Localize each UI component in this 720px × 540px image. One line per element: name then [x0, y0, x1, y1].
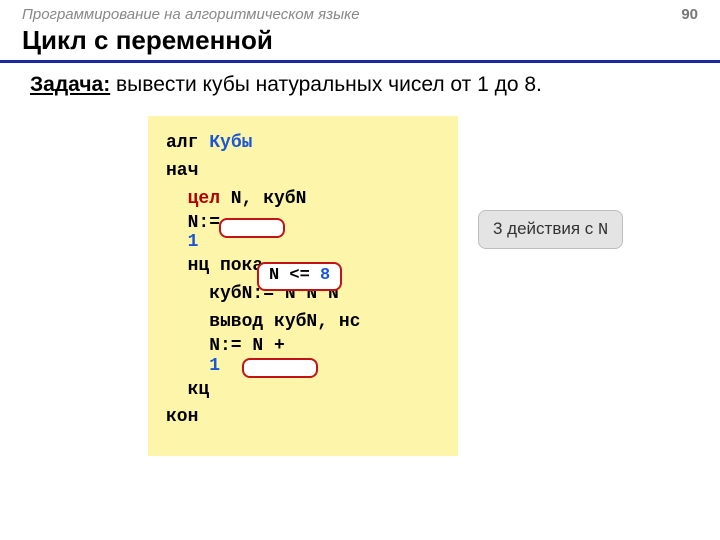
annotation-var: N	[598, 221, 608, 240]
page-title: Цикл с переменной	[0, 25, 720, 63]
task-label: Задача:	[30, 73, 110, 96]
line-out: вывод кубN, нс	[166, 309, 442, 337]
highlight-increment	[242, 358, 318, 378]
task: Задача: вывести кубы натуральных чисел о…	[0, 73, 720, 97]
line-end: кон	[166, 404, 442, 432]
course-label: Программирование на алгоритмическом язык…	[22, 6, 360, 23]
annotation-callout: 3 действия с N	[478, 210, 623, 249]
highlight-condition: N <= 8	[257, 262, 342, 291]
line-alg: алг Кубы	[166, 130, 442, 158]
page-number: 90	[681, 6, 698, 23]
line-decl: цел N, кубN	[166, 186, 442, 214]
highlight-init	[219, 218, 285, 238]
page-header: Программирование на алгоритмическом язык…	[0, 0, 720, 25]
line-endloop: кц	[166, 377, 442, 405]
task-text: вывести кубы натуральных чисел от 1 до 8…	[110, 73, 542, 96]
line-inc-a: N:= N +	[166, 337, 442, 357]
line-init-a: N:=	[166, 214, 442, 234]
annotation-text: 3 действия с	[493, 219, 598, 238]
line-init-b: 1	[166, 233, 442, 253]
line-begin: нач	[166, 158, 442, 186]
